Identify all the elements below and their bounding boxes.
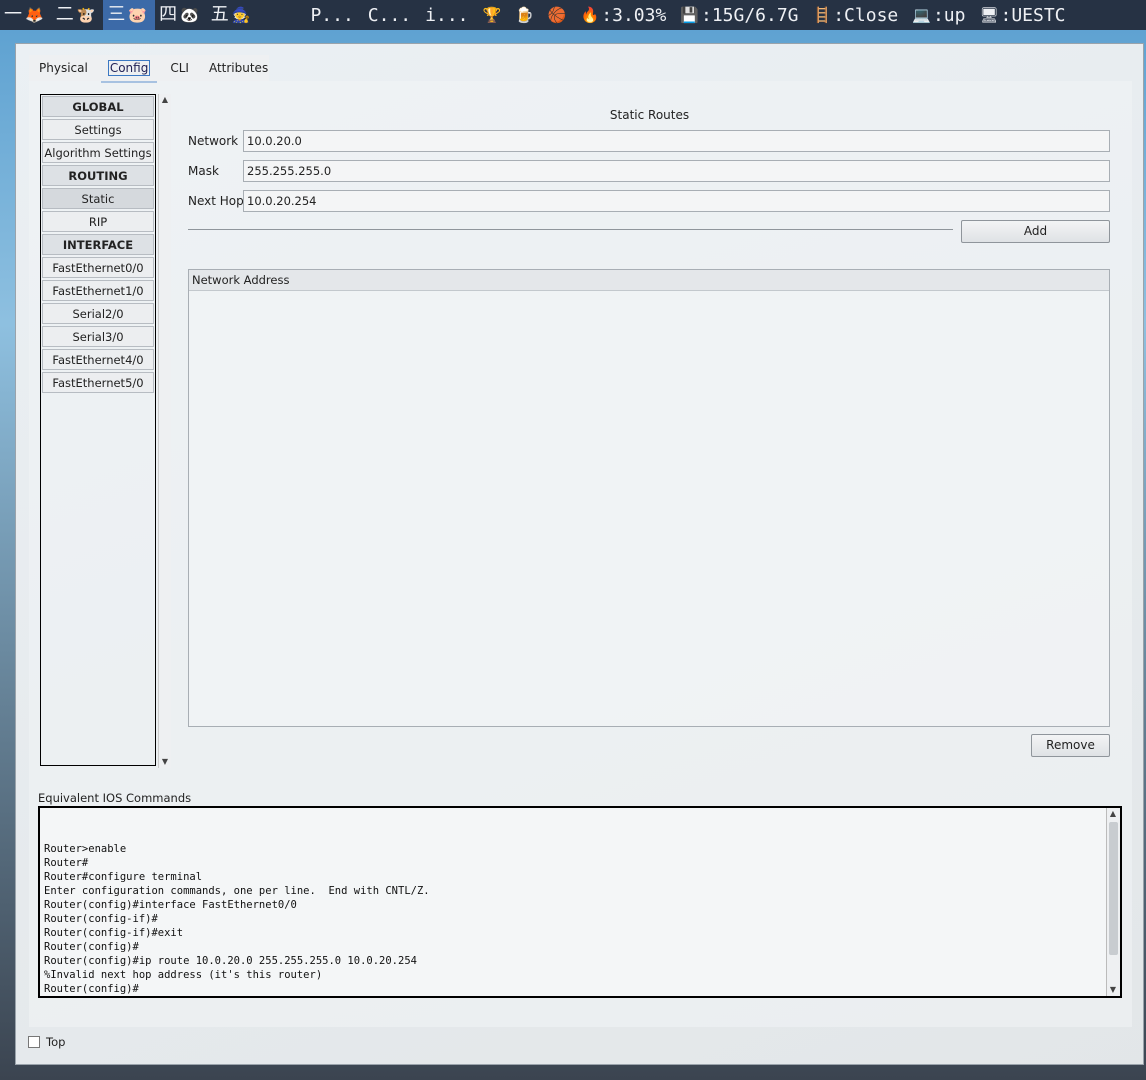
panda-icon: 🐼	[180, 6, 199, 24]
mage-icon: 🧙	[231, 6, 251, 24]
nav-item-fastethernet1-0[interactable]: FastEthernet1/0	[42, 280, 154, 301]
nav-item-algorithm-settings[interactable]: Algorithm Settings	[42, 142, 154, 163]
next-hop-input[interactable]: 10.0.20.254	[243, 190, 1110, 212]
nav-item-static[interactable]: Static	[42, 188, 154, 209]
tab-config[interactable]: Config	[98, 55, 161, 83]
fox-icon: 🦊	[25, 6, 44, 24]
nav-item-fastethernet0-0[interactable]: FastEthernet0/0	[42, 257, 154, 278]
workspace-label: 二	[55, 4, 74, 25]
beer-icon: 🍺	[515, 6, 534, 24]
network-input[interactable]: 10.0.20.0	[243, 130, 1110, 152]
console-scrollbar[interactable]: ▲ ▼	[1106, 808, 1120, 996]
tab-cli[interactable]: CLI	[160, 55, 199, 81]
nav-header-interface: INTERFACE	[42, 234, 154, 255]
nav-item-serial2-0[interactable]: Serial2/0	[42, 303, 154, 324]
separator	[188, 229, 953, 230]
window-title-1[interactable]: P...	[303, 5, 360, 26]
workspace-1[interactable]: 一 🦊	[0, 0, 52, 30]
scroll-down-icon[interactable]: ▼	[1107, 984, 1119, 996]
window-title-2[interactable]: C...	[361, 5, 418, 26]
tab-bar: Physical Config CLI Attributes	[29, 55, 278, 83]
tab-attributes[interactable]: Attributes	[199, 55, 278, 81]
nav-item-fastethernet5-0[interactable]: FastEthernet5/0	[42, 372, 154, 393]
workspace-label: 五	[210, 4, 229, 25]
nav-header-routing: ROUTING	[42, 165, 154, 186]
cpu-usage: :3.03%	[601, 4, 667, 26]
workspace-5[interactable]: 五 🧙	[207, 0, 259, 30]
scroll-down-icon[interactable]: ▼	[159, 756, 171, 768]
checkbox-box[interactable]	[28, 1036, 40, 1048]
next-hop-label: Next Hop	[188, 194, 244, 208]
add-button[interactable]: Add	[961, 220, 1110, 243]
mask-input[interactable]: 255.255.255.0	[243, 160, 1110, 182]
top-status-bar: 一 🦊 二 🐮 三 🐷 四 🐼 五 🧙 P... C... i... 🏆 🍺 🏀 🔥:3.…	[0, 0, 1146, 30]
fire-icon: 🔥	[580, 6, 600, 24]
ios-commands-console[interactable]: Router>enable Router# Router#configure t…	[38, 806, 1122, 998]
host-name: :UESTC	[1000, 4, 1066, 26]
laptop-icon: 💻	[912, 6, 931, 24]
network-label: Network	[188, 134, 239, 148]
network-status: :up	[932, 4, 966, 26]
remove-button[interactable]: Remove	[1031, 734, 1110, 757]
proxy-status: :Close	[833, 4, 899, 26]
config-nav: GLOBAL Settings Algorithm Settings ROUTI…	[40, 94, 156, 766]
nav-item-fastethernet4-0[interactable]: FastEthernet4/0	[42, 349, 154, 370]
top-checkbox[interactable]: Top	[28, 1035, 65, 1049]
nav-scrollbar[interactable]: ▲ ▼	[158, 94, 171, 768]
ios-commands-text: Router>enable Router# Router#configure t…	[44, 843, 430, 995]
pig-icon: 🐷	[128, 6, 148, 24]
ladder-icon: 🪜	[812, 6, 832, 24]
scroll-up-icon[interactable]: ▲	[159, 94, 171, 106]
workspace-label: 四	[159, 4, 178, 25]
mask-label: Mask	[188, 164, 219, 178]
network-address-list[interactable]: Network Address	[188, 269, 1110, 727]
floppy-icon: 💾	[680, 6, 699, 24]
workspace-4[interactable]: 四 🐼	[155, 0, 207, 30]
network-address-header: Network Address	[189, 270, 1109, 291]
tab-physical[interactable]: Physical	[29, 55, 98, 81]
workspace-label: 三	[107, 4, 126, 25]
workspace-3[interactable]: 三 🐷	[103, 0, 156, 30]
desktop-icon: 🖥	[979, 6, 999, 24]
static-routes-title: Static Routes	[609, 108, 690, 122]
nav-item-serial3-0[interactable]: Serial3/0	[42, 326, 154, 347]
ios-commands-label: Equivalent IOS Commands	[38, 791, 192, 805]
nav-item-rip[interactable]: RIP	[42, 211, 154, 232]
router-config-window: Physical Config CLI Attributes GLOBAL Se…	[15, 43, 1144, 1065]
window-title-3[interactable]: i...	[418, 5, 475, 26]
trophy-icon: 🏆	[482, 6, 502, 24]
basketball-icon: 🏀	[547, 6, 567, 24]
workspace-label: 一	[4, 4, 22, 25]
nav-header-global: GLOBAL	[42, 96, 154, 117]
memory-usage: :15G/6.7G	[700, 4, 799, 26]
cow-icon: 🐮	[76, 6, 96, 24]
nav-item-settings[interactable]: Settings	[42, 119, 154, 140]
scroll-up-icon[interactable]: ▲	[1107, 808, 1119, 820]
scroll-thumb[interactable]	[1109, 822, 1118, 955]
workspace-2[interactable]: 二 🐮	[52, 0, 104, 30]
top-checkbox-label: Top	[46, 1035, 66, 1049]
